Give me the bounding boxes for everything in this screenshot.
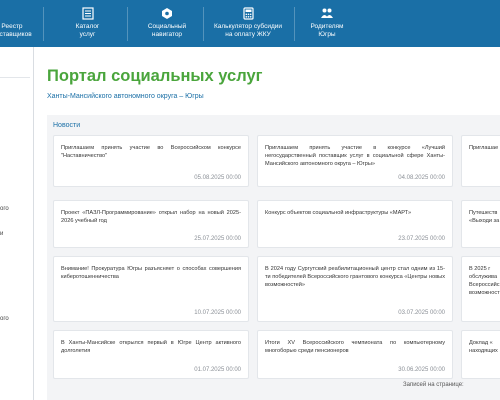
sidebar-item[interactable]: ого (0, 316, 9, 322)
page-subtitle[interactable]: Ханты-Мансийского автономного округа – Ю… (47, 93, 204, 100)
news-card-title: Приглашаем принять участие во Всероссийс… (61, 145, 241, 159)
page-title: Портал социальных услуг (47, 67, 263, 85)
news-card[interactable]: Доклад « находящих (461, 330, 500, 379)
news-card-title: Проект «ПАЗЛ-Программирование» открыл на… (61, 210, 241, 224)
news-card-title: В Ханты-Мансийске открылся первый в Югре… (61, 340, 241, 354)
main-content: Портал социальных услуг Ханты-Мансийског… (34, 47, 500, 400)
catalog-icon (81, 7, 94, 20)
nav-item-social-navigator[interactable]: Социальный навигатор (137, 0, 197, 47)
news-card[interactable]: Приглашае (461, 135, 500, 187)
nav-item-label: Социальный навигатор (147, 23, 187, 38)
news-card-title: Приглашае (469, 145, 499, 151)
news-card[interactable]: В 2025 г обслужива Всероссийс возможност (461, 256, 500, 322)
news-card-title: Внимание! Прокуратура Югры разъясняет о … (61, 266, 241, 280)
news-card-title: Конкурс объектов социальной инфраструкту… (265, 210, 412, 216)
parents-icon (320, 7, 334, 20)
sidebar: ого и ого (0, 47, 34, 400)
news-card-date: 25.07.2025 00:00 (194, 236, 241, 242)
news-card[interactable]: В 2024 году Сургутский реабилитационный … (257, 256, 453, 322)
news-section: Новости Приглашаем принять участие во Вс… (47, 115, 500, 400)
news-card[interactable]: Итоги XV Всероссийского чемпионата по ко… (257, 330, 453, 379)
per-page-label: Записей на странице: (403, 382, 464, 388)
calculator-icon (242, 7, 254, 20)
nav-item-label: Каталог услуг (75, 23, 100, 38)
news-card[interactable]: Приглашаем принять участие во Всероссийс… (53, 135, 249, 187)
news-card-title: Путешеств «Выходи за (469, 210, 500, 224)
news-card[interactable]: В Ханты-Мансийске открылся первый в Югре… (53, 330, 249, 379)
news-card-date: 10.07.2025 00:00 (194, 310, 241, 316)
news-card-date: 05.08.2025 00:00 (194, 175, 241, 181)
news-card-date: 30.06.2025 00:00 (398, 367, 445, 373)
nav-item-label: Реестр поставщиков (0, 23, 32, 38)
nav-item-parents[interactable]: Родителям Югры (302, 0, 352, 47)
nav-item-registry[interactable]: Реестр поставщиков (0, 0, 38, 47)
news-card-title: В 2024 году Сургутский реабилитационный … (265, 266, 445, 288)
news-card-date: 01.07.2025 00:00 (194, 367, 241, 373)
news-card-date: 04.08.2025 00:00 (398, 175, 445, 181)
news-card-title: В 2025 г обслужива Всероссийс возможност (469, 266, 500, 296)
nav-item-label: Калькулятор субсидии на оплату ЖКУ (213, 23, 282, 38)
news-heading[interactable]: Новости (53, 122, 80, 129)
navigator-icon (161, 7, 173, 20)
news-card[interactable]: Проект «ПАЗЛ-Программирование» открыл на… (53, 200, 249, 248)
nav-item-label: Родителям Югры (310, 23, 344, 38)
news-card[interactable]: Путешеств «Выходи за (461, 200, 500, 248)
news-card-title: Приглашаем принять участие в конкурсе «Л… (265, 145, 445, 167)
nav-item-catalog[interactable]: Каталог услуг (60, 0, 115, 47)
news-card[interactable]: Внимание! Прокуратура Югры разъясняет о … (53, 256, 249, 322)
news-card-date: 23.07.2025 00:00 (398, 236, 445, 242)
nav-item-subsidy-calculator[interactable]: Калькулятор субсидии на оплату ЖКУ (207, 0, 289, 47)
top-navigation: Реестр поставщиков Каталог услуг Социаль… (0, 0, 500, 47)
news-card-title: Итоги XV Всероссийского чемпионата по ко… (265, 340, 445, 354)
news-card[interactable]: Конкурс объектов социальной инфраструкту… (257, 200, 453, 248)
sidebar-item[interactable]: ого (0, 206, 9, 212)
news-card-date: 03.07.2025 00:00 (398, 310, 445, 316)
news-card[interactable]: Приглашаем принять участие в конкурсе «Л… (257, 135, 453, 187)
sidebar-item[interactable]: и (0, 231, 3, 237)
news-card-title: Доклад « находящих (469, 340, 498, 354)
